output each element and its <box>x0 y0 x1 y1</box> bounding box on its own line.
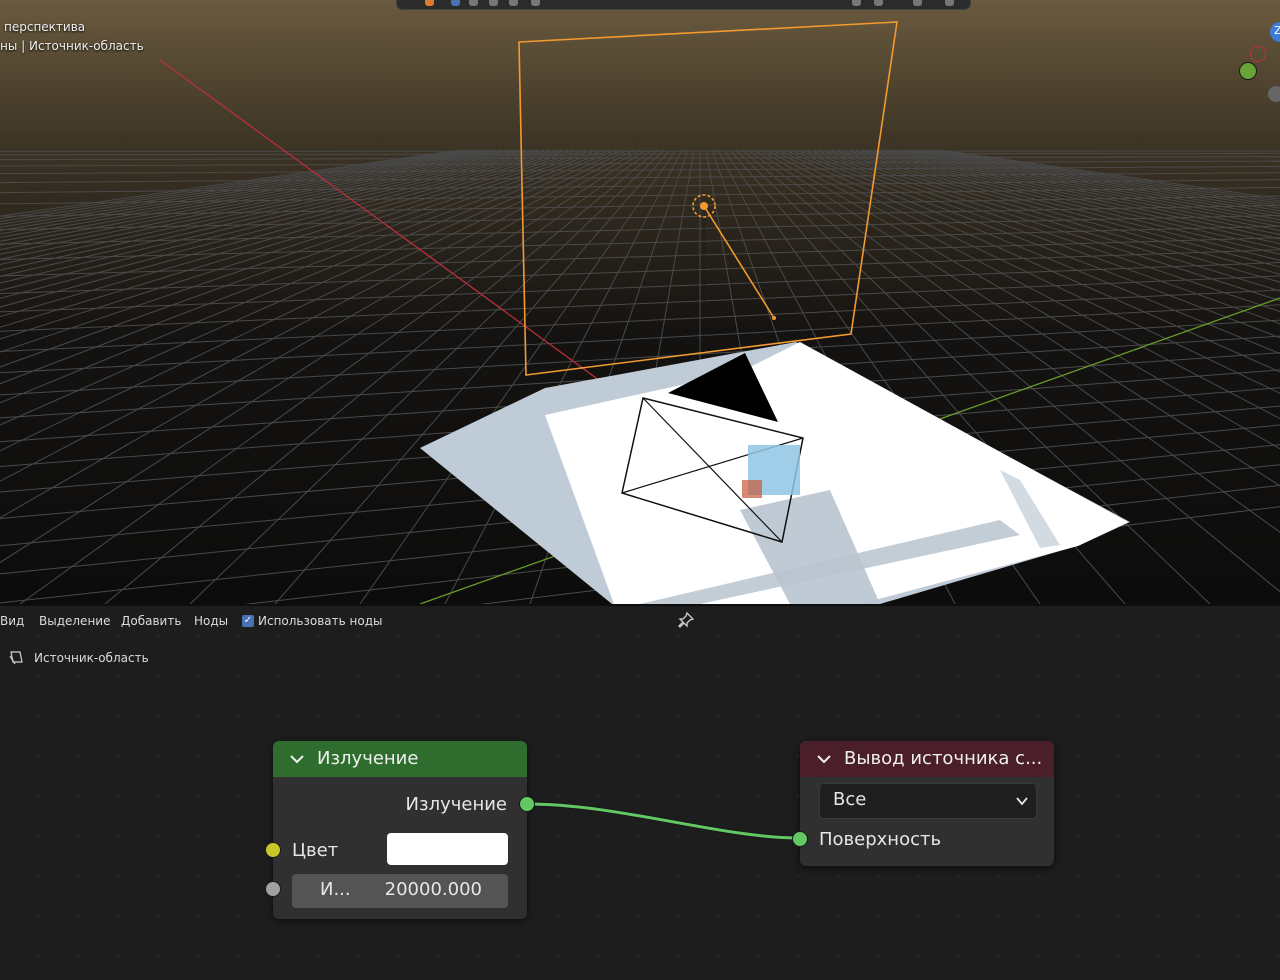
gizmo-neg-x-icon[interactable] <box>1250 46 1266 62</box>
proportional-icon[interactable] <box>509 0 518 6</box>
collection-object-text: ны | Источник-область <box>0 39 144 53</box>
emission-node-header[interactable]: Излучение <box>273 741 527 777</box>
shading-icon[interactable] <box>913 0 922 6</box>
color-input-socket[interactable] <box>265 842 281 858</box>
strength-field[interactable]: И... 20000.000 <box>292 874 508 908</box>
3d-viewport[interactable]: перспектива ны | Источник-область Z <box>0 0 1280 604</box>
surface-input-socket[interactable] <box>792 831 808 847</box>
shading-dropdown-icon[interactable] <box>945 0 954 6</box>
light-direction-line <box>703 205 775 319</box>
area-light-outline[interactable] <box>518 21 898 376</box>
emission-output-socket[interactable] <box>519 796 535 812</box>
strength-value: 20000.000 <box>384 879 482 900</box>
gizmo-y-icon[interactable] <box>1239 62 1257 80</box>
graph-icon[interactable] <box>531 0 540 6</box>
view-name-text: перспектива <box>4 20 86 34</box>
snap-icon[interactable] <box>489 0 498 6</box>
gizmo-view-icon[interactable] <box>1268 86 1280 102</box>
select-box-icon[interactable] <box>451 0 460 6</box>
light-output-node[interactable]: Вывод источника с... Все Поверхность <box>800 741 1054 866</box>
chevron-down-icon[interactable] <box>289 751 305 767</box>
shader-node-editor[interactable]: Вид Выделение Добавить Ноды ✓ Использова… <box>0 606 1280 980</box>
target-dropdown[interactable]: Все <box>819 783 1037 819</box>
node-links <box>526 801 801 841</box>
chevron-down-icon[interactable] <box>816 751 832 767</box>
emission-node-title: Излучение <box>317 748 419 769</box>
strength-input-socket[interactable] <box>265 881 281 897</box>
emission-node[interactable]: Излучение Излучение Цвет И... 20000.000 <box>273 741 527 919</box>
viewport-scene <box>0 21 1280 604</box>
color-swatch[interactable] <box>387 833 508 865</box>
surface-input-label: Поверхность <box>819 829 942 850</box>
target-dropdown-value: Все <box>833 789 867 810</box>
chevron-down-icon <box>1016 797 1028 806</box>
globe-icon[interactable] <box>469 0 478 6</box>
emission-output-label: Излучение <box>405 794 507 815</box>
viewport-header-toolbar[interactable] <box>396 0 971 10</box>
xray-icon[interactable] <box>874 0 883 6</box>
light-output-node-title: Вывод источника с... <box>844 748 1043 769</box>
light-output-node-header[interactable]: Вывод источника с... <box>800 741 1054 777</box>
object-mode-icon[interactable] <box>425 0 434 6</box>
strength-label: И... <box>320 879 351 900</box>
color-input-label: Цвет <box>292 840 339 861</box>
overlay-icon[interactable] <box>852 0 861 6</box>
x-axis-line <box>159 59 641 411</box>
